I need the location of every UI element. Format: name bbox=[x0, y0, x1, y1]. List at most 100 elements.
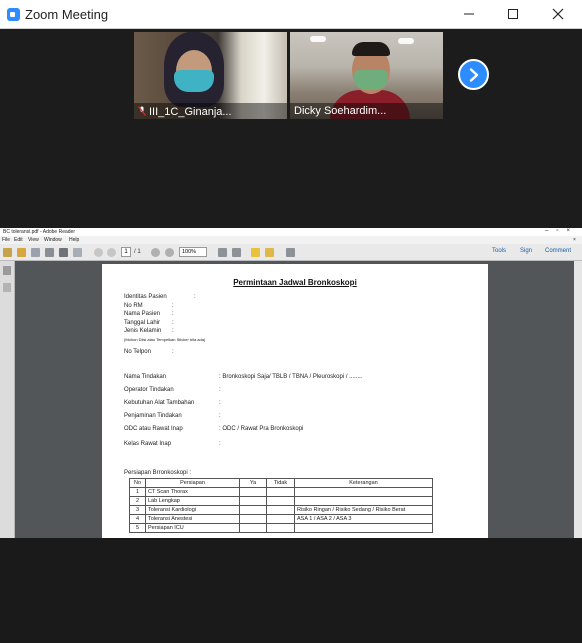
ceiling-lamp bbox=[398, 38, 414, 44]
mic-muted-icon bbox=[138, 106, 146, 116]
table-cell: Lab Lengkap bbox=[145, 496, 240, 506]
field-label: Jenis Kelamin bbox=[124, 328, 162, 334]
zoom-level-select[interactable]: 100% bbox=[179, 247, 207, 257]
menu-edit[interactable]: Edit bbox=[14, 237, 23, 243]
edit-icon[interactable] bbox=[31, 248, 40, 257]
table-cell: 4 bbox=[129, 514, 146, 524]
field-no-telpon: No Telpon: bbox=[124, 349, 174, 355]
prev-page-icon[interactable] bbox=[94, 248, 103, 257]
table-cell bbox=[239, 505, 267, 515]
column-header: Persiapan bbox=[145, 478, 240, 488]
table-cell: CT Scan Thorax bbox=[145, 487, 240, 497]
table-cell bbox=[294, 496, 433, 506]
field-penjaminan: Penjaminan Tindakan bbox=[124, 413, 182, 419]
pages-icon[interactable] bbox=[3, 266, 11, 275]
next-page-icon[interactable] bbox=[107, 248, 116, 257]
shared-screen: BC toleransi.pdf - Adobe Reader –▫× File… bbox=[0, 228, 582, 538]
table-cell: 5 bbox=[129, 523, 146, 533]
document-title: Permintaan Jadwal Bronkoskopi bbox=[233, 278, 357, 287]
close-button[interactable] bbox=[543, 4, 573, 24]
email-icon[interactable] bbox=[73, 248, 82, 257]
field-no-rm: No RM: bbox=[124, 303, 174, 309]
colon: : bbox=[219, 413, 221, 419]
full-screen-icon[interactable] bbox=[286, 248, 295, 257]
window-title: Zoom Meeting bbox=[25, 7, 109, 22]
table-cell bbox=[239, 487, 267, 497]
table-cell bbox=[266, 523, 295, 533]
meeting-background bbox=[0, 538, 582, 643]
comment-button[interactable]: Comment bbox=[545, 248, 571, 254]
zoom-in-icon[interactable] bbox=[165, 248, 174, 257]
fit-width-icon[interactable] bbox=[232, 248, 241, 257]
table-row: 4 Toleransi Anestesi ASA 1 / ASA 2 / ASA… bbox=[129, 514, 433, 524]
field-label: No RM bbox=[124, 303, 143, 309]
sticker-note: (Mohon Diisi atau Tempelkan Sticker bila… bbox=[124, 337, 206, 342]
reader-window-title: BC toleransi.pdf - Adobe Reader bbox=[3, 229, 75, 235]
table-cell: 3 bbox=[129, 505, 146, 515]
sign-icon[interactable] bbox=[265, 248, 274, 257]
menu-file[interactable]: File bbox=[2, 237, 10, 243]
maximize-button[interactable] bbox=[498, 4, 528, 24]
save-icon[interactable] bbox=[45, 248, 54, 257]
reader-window-controls[interactable]: –▫× bbox=[545, 228, 578, 234]
colon: : bbox=[219, 400, 221, 406]
field-nama-pasien: Nama Pasien: bbox=[124, 311, 174, 317]
print-icon[interactable] bbox=[59, 248, 68, 257]
table-row: 5 Persiapan ICU bbox=[129, 523, 433, 533]
persiapan-table: No Persiapan Ya Tidak Keterangan 1 CT Sc… bbox=[129, 478, 433, 533]
reader-menubar: File Edit View Window Help × bbox=[0, 236, 582, 244]
field-label: Nama Pasien bbox=[124, 311, 161, 317]
table-cell bbox=[266, 487, 295, 497]
table-cell bbox=[266, 496, 295, 506]
table-cell bbox=[294, 487, 433, 497]
close-icon bbox=[552, 8, 564, 20]
participant-tile[interactable]: III_1C_Ginanja... bbox=[134, 32, 287, 119]
odc-value: : ODC / Rawat Pra Bronkoskopi bbox=[219, 426, 304, 432]
next-page-button[interactable] bbox=[458, 59, 489, 90]
zoom-out-icon[interactable] bbox=[151, 248, 160, 257]
participant-name: Dicky Soehardim... bbox=[294, 105, 387, 117]
column-header: Keterangan bbox=[294, 478, 433, 488]
colon: : bbox=[219, 387, 221, 393]
maximize-icon bbox=[508, 9, 518, 19]
create-icon[interactable] bbox=[3, 248, 12, 257]
field-odc: ODC atau Rawat Inap bbox=[124, 426, 183, 432]
open-icon[interactable] bbox=[17, 248, 26, 257]
reader-toolbar: 1 / 1 100% Tools Sign Comment bbox=[0, 244, 582, 261]
right-scrollbar[interactable] bbox=[574, 261, 582, 538]
navigation-pane bbox=[0, 261, 15, 538]
field-label: Identitas Pasien bbox=[124, 294, 167, 300]
table-cell bbox=[266, 514, 295, 524]
minimize-button[interactable] bbox=[454, 4, 484, 24]
close-doc-icon[interactable]: × bbox=[573, 237, 576, 243]
field-kebutuhan-alat: Kebutuhan Alat Tambahan bbox=[124, 400, 195, 406]
table-cell: 2 bbox=[129, 496, 146, 506]
participant-name-label: Dicky Soehardim... bbox=[290, 103, 443, 119]
page-total: / 1 bbox=[134, 249, 141, 255]
table-cell: Risiko Ringan / Risiko Sedang / Risiko B… bbox=[294, 505, 433, 515]
tools-button[interactable]: Tools bbox=[492, 248, 506, 254]
menu-window[interactable]: Window bbox=[44, 237, 62, 243]
hair bbox=[352, 42, 390, 56]
field-label: No Telpon bbox=[124, 349, 151, 355]
participant-tile[interactable]: Dicky Soehardim... bbox=[290, 32, 443, 119]
column-header: No bbox=[129, 478, 146, 488]
field-kelas-rawat: Kelas Rawat Inap bbox=[124, 441, 172, 447]
minimize-icon bbox=[464, 13, 474, 15]
menu-view[interactable]: View bbox=[28, 237, 39, 243]
field-jenis-kelamin: Jenis Kelamin: bbox=[124, 328, 174, 334]
mask bbox=[354, 70, 388, 90]
page-number-input[interactable]: 1 bbox=[121, 247, 131, 257]
attachments-icon[interactable] bbox=[3, 283, 11, 292]
column-header: Ya bbox=[239, 478, 267, 488]
comment-icon[interactable] bbox=[251, 248, 260, 257]
ceiling-lamp bbox=[310, 36, 326, 42]
table-cell bbox=[239, 523, 267, 533]
table-row: 2 Lab Lengkap bbox=[129, 496, 433, 506]
menu-help[interactable]: Help bbox=[69, 237, 79, 243]
sign-button[interactable]: Sign bbox=[520, 248, 532, 254]
pdf-page: Permintaan Jadwal Bronkoskopi Identitas … bbox=[102, 264, 488, 538]
fit-page-icon[interactable] bbox=[218, 248, 227, 257]
zoom-logo-icon bbox=[7, 8, 20, 21]
field-tanggal-lahir: Tanggal Lahir: bbox=[124, 320, 174, 326]
